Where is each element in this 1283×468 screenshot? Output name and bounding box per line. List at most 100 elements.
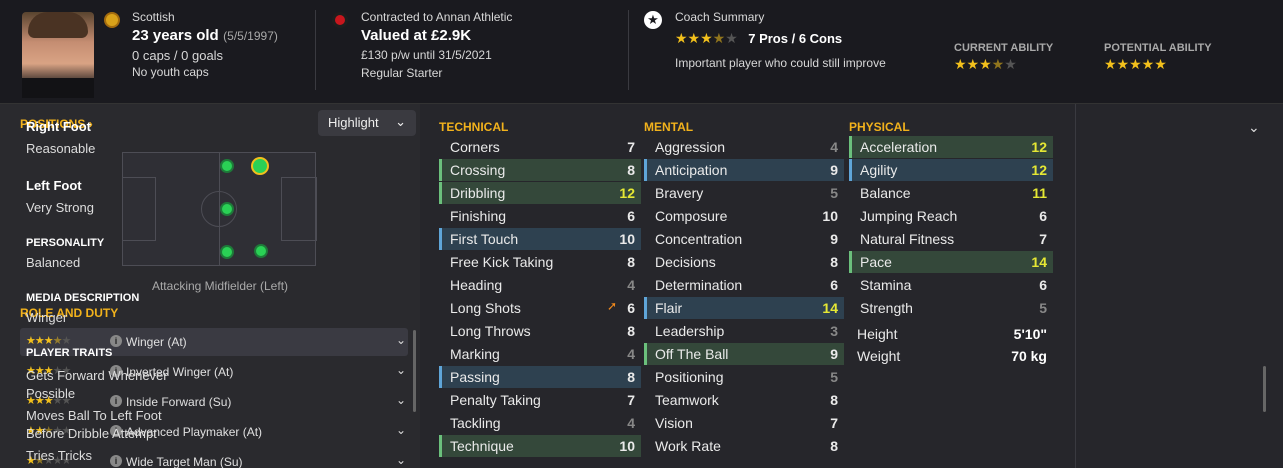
attribute-value: 5: [830, 185, 838, 201]
attribute-value: 14: [822, 300, 838, 316]
attribute-row[interactable]: Agility 12: [849, 159, 1053, 181]
chevron-down-icon[interactable]: ⌄: [396, 393, 406, 407]
mental-title: MENTAL: [644, 120, 694, 134]
attribute-row[interactable]: Positioning 5: [647, 366, 844, 388]
attribute-row[interactable]: Determination 6: [647, 274, 844, 296]
attribute-value: 7: [1039, 231, 1047, 247]
attribute-name: Technique: [450, 438, 514, 454]
attribute-row[interactable]: Vision 7: [647, 412, 844, 434]
attribute-row[interactable]: Strength 5: [852, 297, 1053, 319]
attribute-row[interactable]: Balance 11: [852, 182, 1053, 204]
attribute-row[interactable]: Bravery 5: [647, 182, 844, 204]
attribute-row[interactable]: Passing 8: [439, 366, 641, 388]
attribute-row[interactable]: Jumping Reach 6: [852, 205, 1053, 227]
chevron-down-icon[interactable]: ⌄: [396, 363, 406, 377]
attribute-value: 8: [830, 438, 838, 454]
technical-title: TECHNICAL: [439, 120, 509, 134]
attribute-value: 6: [627, 208, 635, 224]
attribute-row[interactable]: Aggression 4: [647, 136, 844, 158]
attribute-name: Decisions: [655, 254, 716, 270]
right-foot-value: Reasonable: [26, 141, 96, 156]
attribute-row[interactable]: Dribbling 12: [439, 182, 641, 204]
attribute-row[interactable]: Teamwork 8: [647, 389, 844, 411]
attribute-row[interactable]: Composure 10: [647, 205, 844, 227]
attribute-value: 7: [830, 415, 838, 431]
player-trait[interactable]: Moves Ball To Left Foot Before Dribble A…: [26, 407, 186, 443]
attribute-row[interactable]: Leadership 3: [647, 320, 844, 342]
attribute-row[interactable]: Penalty Taking 7: [442, 389, 641, 411]
weight-value: 70 kg: [1011, 348, 1047, 364]
attribute-row[interactable]: Decisions 8: [647, 251, 844, 273]
attribute-row[interactable]: Free Kick Taking 8: [442, 251, 641, 273]
player-photo: [22, 12, 94, 98]
roles-scrollbar[interactable]: [413, 330, 416, 412]
player-dob: (5/5/1997): [223, 29, 278, 43]
attribute-row[interactable]: Flair 14: [644, 297, 844, 319]
attribute-value: 9: [830, 231, 838, 247]
chevron-down-icon[interactable]: ⌄: [396, 333, 406, 347]
scotland-flag-icon: [104, 12, 120, 28]
attribute-name: Anticipation: [655, 162, 728, 178]
potential-ability-label: POTENTIAL ABILITY: [1104, 42, 1212, 54]
player-trait[interactable]: Gets Forward Whenever Possible: [26, 367, 181, 403]
attribute-value: 4: [627, 415, 635, 431]
attribute-name: Passing: [450, 369, 500, 385]
attribute-row[interactable]: Long Shots 6 ➚: [442, 297, 641, 319]
attribute-value: 8: [830, 254, 838, 270]
attribute-value: 8: [627, 162, 635, 178]
attribute-row[interactable]: Work Rate 8: [647, 435, 844, 457]
traits-scrollbar[interactable]: [1263, 366, 1266, 412]
weight-label: Weight: [857, 348, 901, 364]
attribute-row[interactable]: Heading 4: [442, 274, 641, 296]
left-foot-value: Very Strong: [26, 200, 94, 215]
attribute-row[interactable]: Long Throws 8: [442, 320, 641, 342]
attribute-name: Long Shots: [450, 300, 521, 316]
attribute-row[interactable]: First Touch 10: [439, 228, 641, 250]
attribute-value: 10: [822, 208, 838, 224]
attribute-row[interactable]: Finishing 6: [442, 205, 641, 227]
right-foot-label: Right Foot: [26, 119, 91, 134]
attribute-value: 3: [830, 323, 838, 339]
chevron-down-icon[interactable]: ⌄: [1248, 119, 1260, 136]
attribute-row[interactable]: Acceleration 12: [849, 136, 1053, 158]
attribute-row[interactable]: Pace 14: [849, 251, 1053, 273]
attribute-row[interactable]: Off The Ball 9: [644, 343, 844, 365]
attribute-row[interactable]: Crossing 8: [439, 159, 641, 181]
attribute-value: 5: [830, 369, 838, 385]
attribute-name: Determination: [655, 277, 743, 293]
contract-club[interactable]: Contracted to Annan Athletic: [361, 10, 512, 24]
attribute-row[interactable]: Anticipation 9: [644, 159, 844, 181]
attribute-value: 5: [1039, 300, 1047, 316]
nationality: Scottish: [132, 10, 175, 24]
attribute-row[interactable]: Stamina 6: [852, 274, 1053, 296]
attribute-value: 9: [830, 346, 838, 362]
attribute-row[interactable]: Tackling 4: [442, 412, 641, 434]
attribute-name: Teamwork: [655, 392, 719, 408]
attribute-row[interactable]: Natural Fitness 7: [852, 228, 1053, 250]
attribute-name: Long Throws: [450, 323, 531, 339]
chevron-down-icon[interactable]: ⌄: [396, 453, 406, 467]
player-trait[interactable]: Tries Tricks: [26, 447, 181, 468]
attribute-name: Bravery: [655, 185, 704, 201]
attribute-name: Heading: [450, 277, 503, 293]
attribute-row[interactable]: Technique 10: [439, 435, 641, 457]
pros-cons[interactable]: 7 Pros / 6 Cons: [748, 31, 842, 46]
caps: 0 caps / 0 goals: [132, 48, 224, 63]
attribute-value: 12: [619, 185, 635, 201]
attribute-row[interactable]: Concentration 9: [647, 228, 844, 250]
attribute-value: 12: [1031, 139, 1047, 155]
attribute-name: Pace: [860, 254, 892, 270]
personality-label: PERSONALITY: [26, 237, 105, 249]
current-position: Attacking Midfielder (Left): [151, 279, 289, 293]
attribute-name: Aggression: [655, 139, 726, 155]
info-icon[interactable]: i: [110, 335, 122, 347]
highlight-dropdown[interactable]: Highlight ⌄: [318, 110, 416, 136]
squad-status: Regular Starter: [361, 66, 443, 80]
attribute-row[interactable]: Corners 7: [442, 136, 641, 158]
attribute-value: 10: [619, 231, 635, 247]
role-stars: ★★★★★: [26, 335, 71, 347]
attribute-name: Concentration: [655, 231, 743, 247]
youth-caps: No youth caps: [132, 65, 209, 79]
chevron-down-icon[interactable]: ⌄: [396, 423, 406, 437]
attribute-row[interactable]: Marking 4: [442, 343, 641, 365]
